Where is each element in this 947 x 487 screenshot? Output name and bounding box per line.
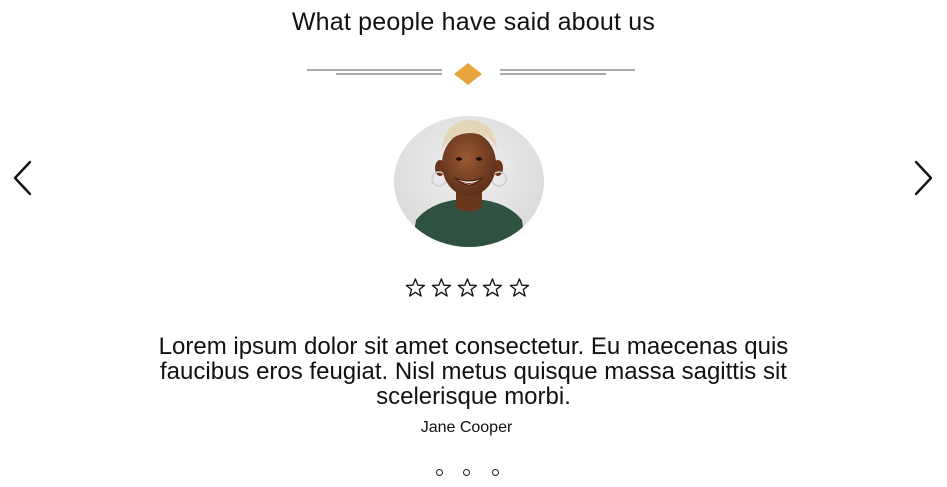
carousel-dot-2[interactable] bbox=[463, 469, 470, 476]
testimonials-section: What people have said about us Lorem ips… bbox=[0, 0, 947, 487]
star-icon bbox=[431, 278, 451, 297]
carousel-dot-1[interactable] bbox=[436, 469, 443, 476]
carousel-next-button[interactable] bbox=[910, 156, 936, 200]
star-icon bbox=[405, 278, 426, 297]
testimonial-author: Jane Cooper bbox=[420, 419, 513, 436]
chevron-right-icon bbox=[914, 160, 933, 196]
carousel-pagination bbox=[432, 469, 512, 481]
title-divider bbox=[307, 63, 635, 85]
star-rating bbox=[404, 274, 534, 302]
section-title: What people have said about us bbox=[291, 8, 656, 36]
star-icon bbox=[483, 278, 503, 297]
testimonial-quote: Lorem ipsum dolor sit amet consectetur. … bbox=[158, 333, 789, 410]
carousel-prev-button[interactable] bbox=[10, 156, 36, 200]
diamond-icon bbox=[454, 63, 482, 85]
star-icon bbox=[457, 278, 477, 297]
avatar-portrait bbox=[394, 116, 544, 247]
chevron-left-icon bbox=[13, 160, 32, 196]
carousel-dot-3[interactable] bbox=[492, 469, 499, 476]
avatar bbox=[394, 116, 544, 247]
star-icon bbox=[509, 278, 530, 297]
